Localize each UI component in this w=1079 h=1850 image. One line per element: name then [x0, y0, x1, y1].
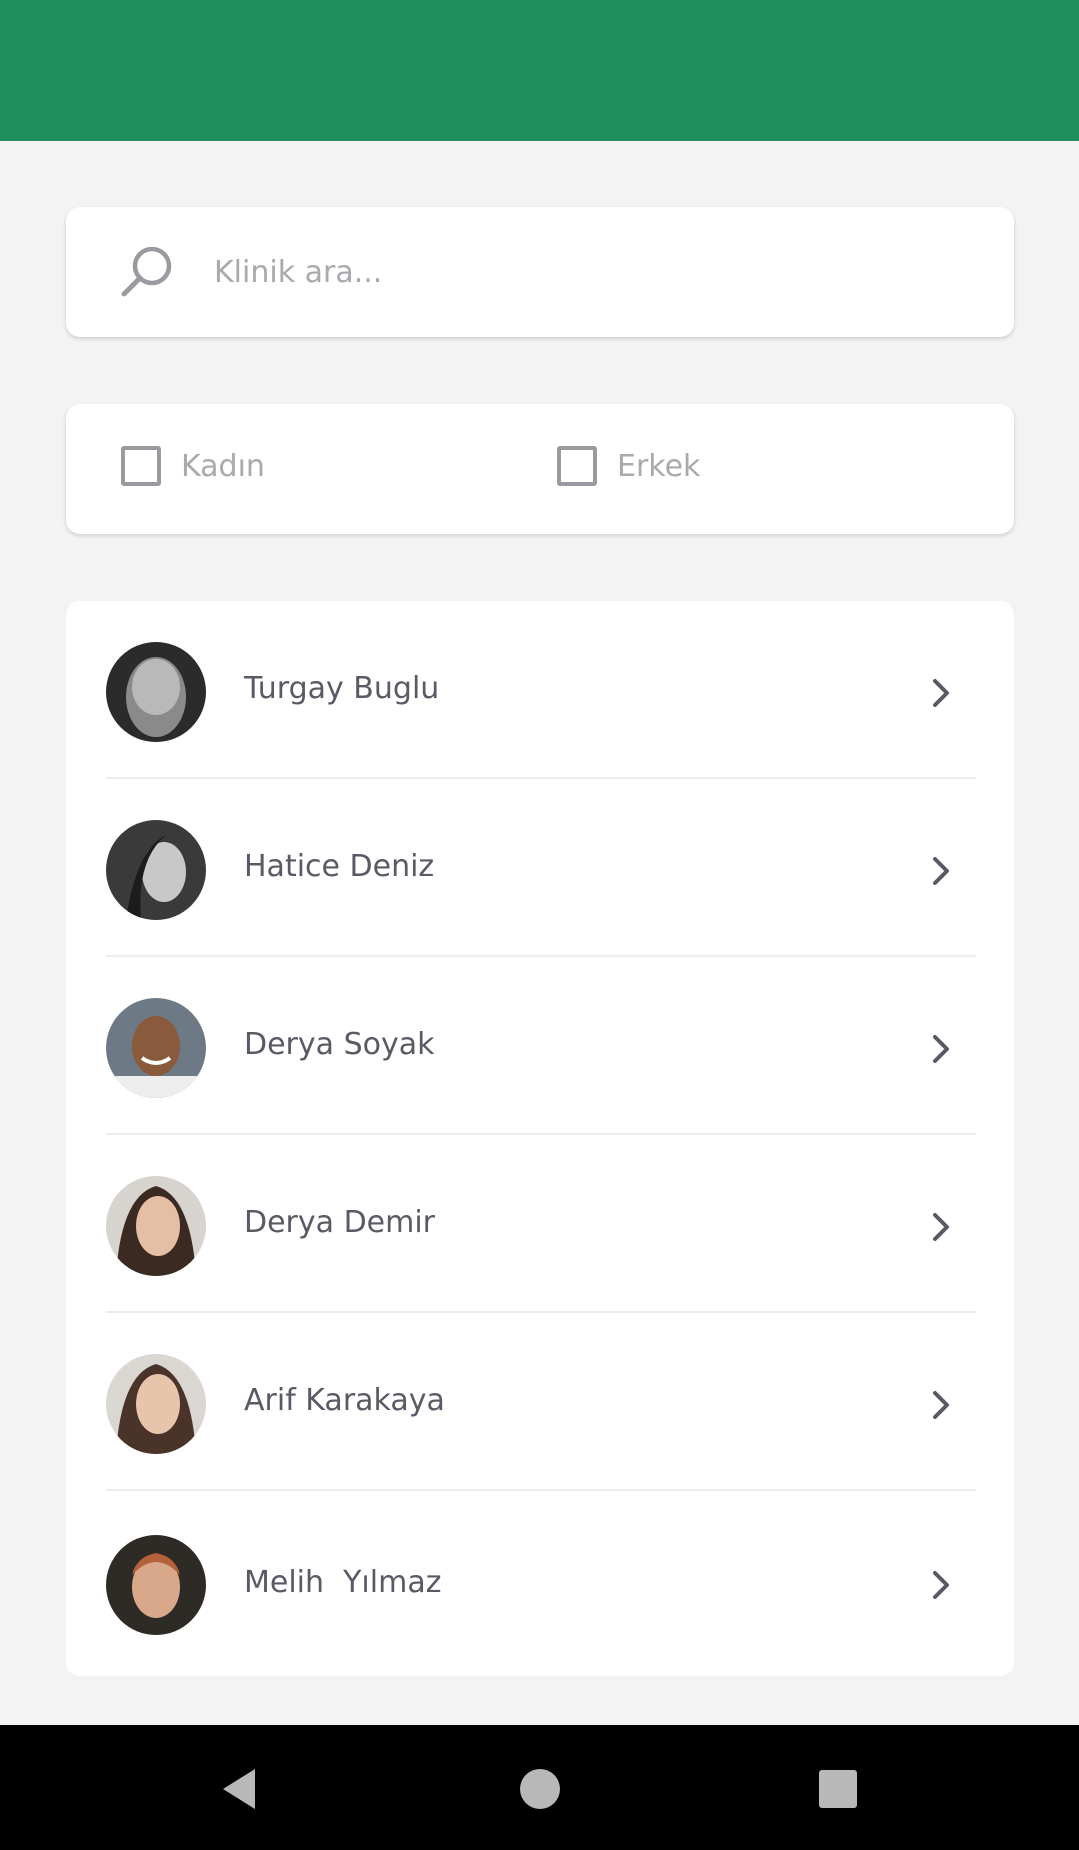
chevron-right-icon [933, 1571, 949, 1599]
chevron-right-icon [933, 857, 949, 885]
doctor-name: Melih Yılmaz [244, 1565, 442, 1600]
chevron-right-icon [933, 679, 949, 707]
doctor-name: Arif Karakaya [244, 1383, 445, 1418]
list-item[interactable]: Derya Soyak [66, 957, 1014, 1135]
doctor-name: Turgay Buglu [244, 671, 440, 706]
list-item[interactable]: Derya Demir [66, 1135, 1014, 1313]
avatar [106, 1535, 206, 1635]
female-checkbox[interactable] [121, 446, 161, 486]
avatar [106, 1354, 206, 1454]
search-input[interactable] [212, 253, 916, 291]
avatar [106, 820, 206, 920]
home-circle-icon [520, 1769, 560, 1809]
back-triangle-icon [223, 1769, 255, 1809]
recents-button[interactable] [808, 1759, 868, 1819]
filter-male[interactable]: Erkek [557, 446, 700, 486]
back-button[interactable] [210, 1759, 270, 1819]
search-bar[interactable] [66, 207, 1014, 337]
male-checkbox[interactable] [557, 446, 597, 486]
home-button[interactable] [510, 1759, 570, 1819]
list-item[interactable]: Turgay Buglu [66, 601, 1014, 779]
doctor-name: Derya Soyak [244, 1027, 435, 1062]
filter-female[interactable]: Kadın [121, 446, 265, 486]
gender-filter: Kadın Erkek [66, 404, 1014, 534]
list-item[interactable]: Hatice Deniz [66, 779, 1014, 957]
avatar [106, 1176, 206, 1276]
doctor-name: Derya Demir [244, 1205, 436, 1240]
male-label: Erkek [617, 448, 701, 484]
avatar [106, 642, 206, 742]
chevron-right-icon [933, 1035, 949, 1063]
chevron-right-icon [933, 1391, 949, 1419]
female-label: Kadın [181, 448, 265, 484]
list-item[interactable]: Arif Karakaya [66, 1313, 1014, 1491]
chevron-right-icon [933, 1213, 949, 1241]
search-icon [118, 242, 178, 302]
doctor-list: Turgay Buglu Hatice Deniz Derya Soyak De… [66, 601, 1014, 1676]
recents-square-icon [819, 1770, 857, 1808]
doctor-name: Hatice Deniz [244, 849, 435, 884]
system-nav-bar [0, 1725, 1079, 1850]
list-item[interactable]: Melih Yılmaz [66, 1491, 1014, 1676]
avatar [106, 998, 206, 1098]
app-bar [0, 0, 1079, 141]
